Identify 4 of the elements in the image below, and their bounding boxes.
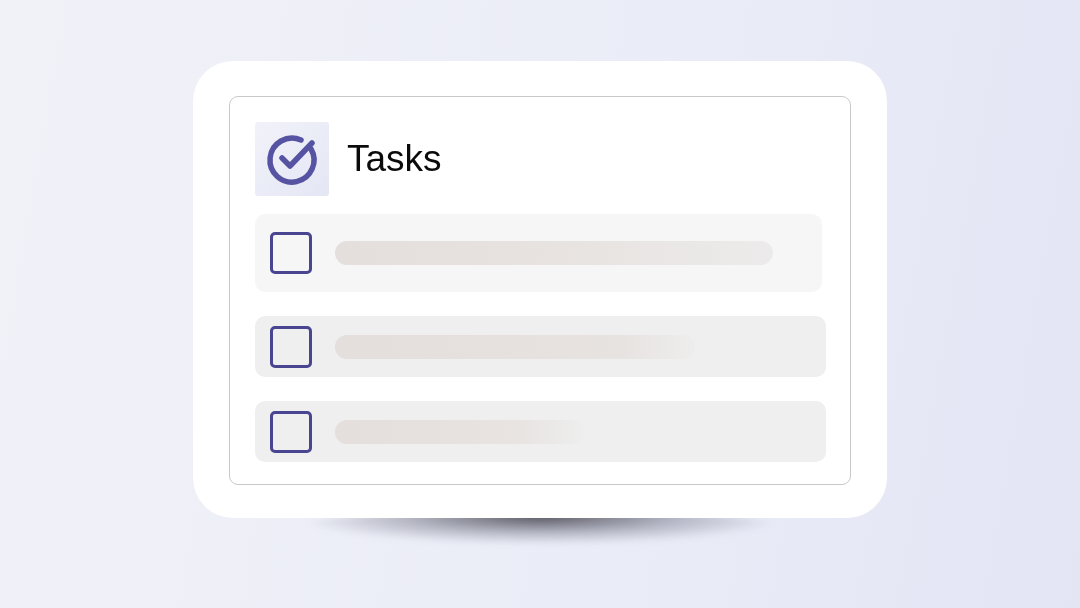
checkbox[interactable] [270, 410, 312, 453]
checkbox[interactable] [270, 232, 312, 274]
panel-title: Tasks [347, 139, 442, 177]
checkbox[interactable] [270, 325, 312, 368]
